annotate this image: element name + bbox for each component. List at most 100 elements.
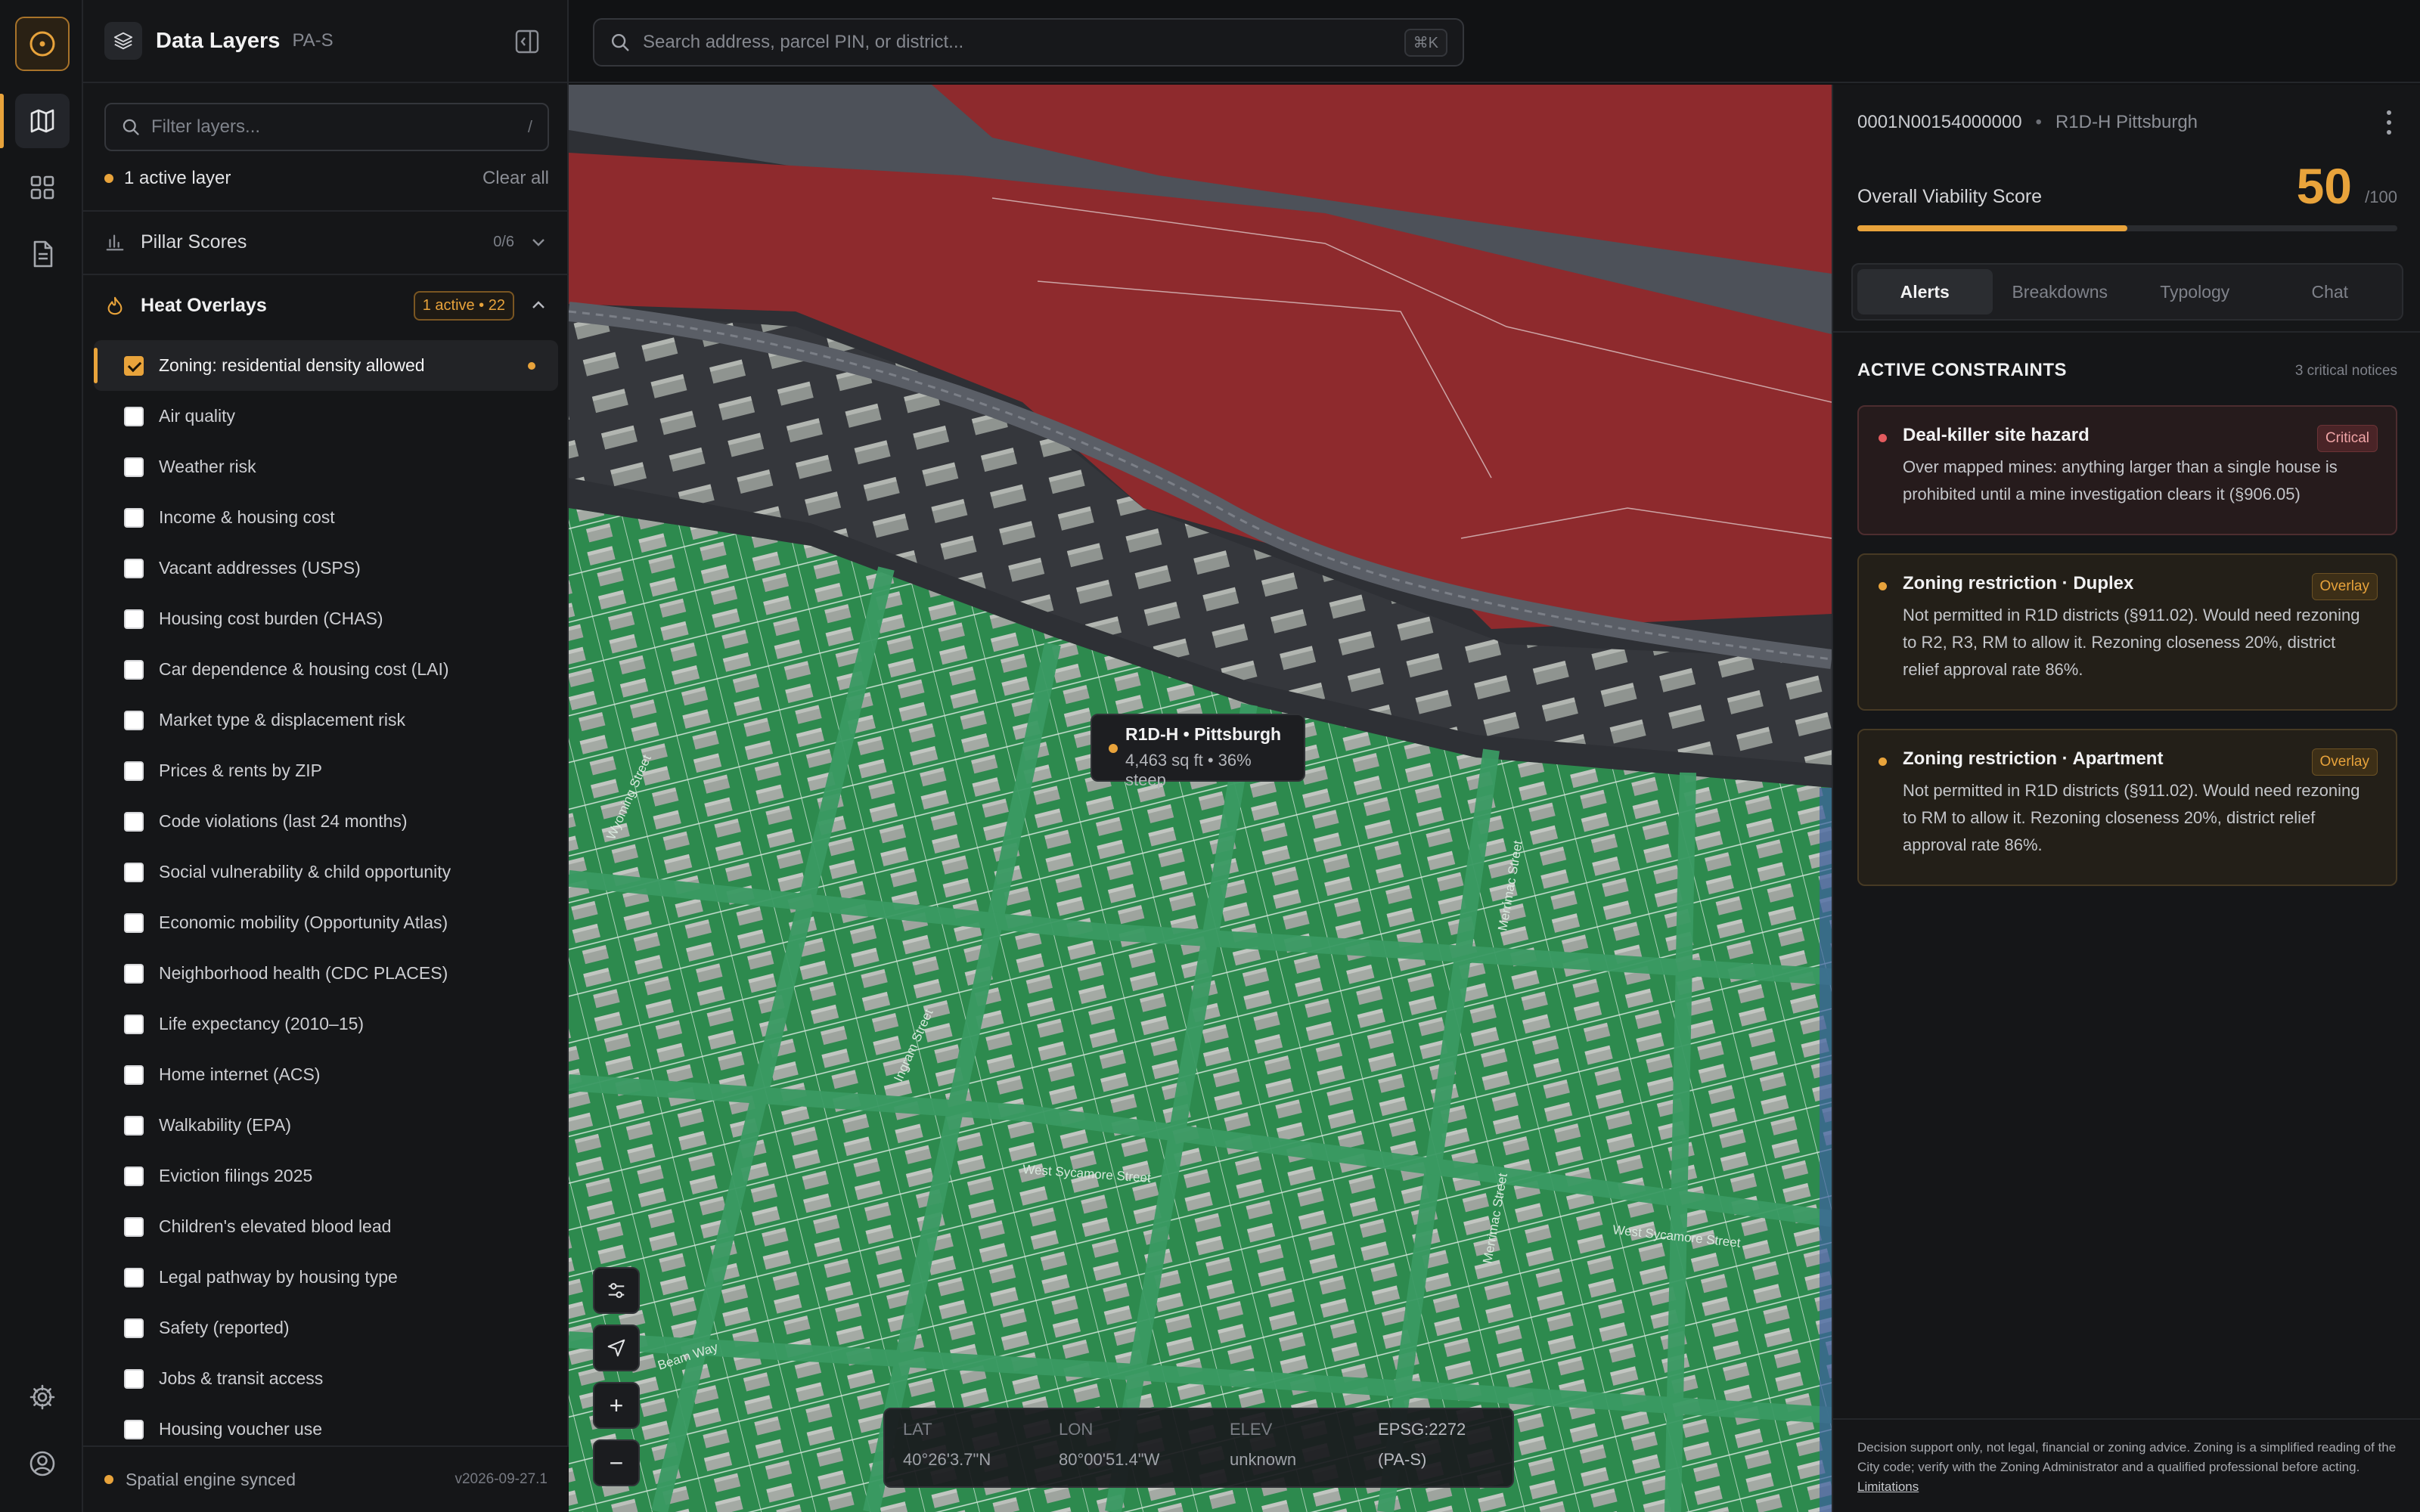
map-canvas[interactable]: West Sycamore Street West Sycamore Stree… xyxy=(569,85,1832,1512)
layer-checkbox[interactable] xyxy=(124,811,144,832)
layer-checkbox[interactable] xyxy=(124,507,144,528)
layer-checkbox[interactable] xyxy=(124,609,144,629)
constraint-body: Over mapped mines: anything larger than … xyxy=(1903,457,2338,503)
layer-checkbox[interactable] xyxy=(124,862,144,882)
grid-icon[interactable] xyxy=(15,160,70,215)
layer-checkbox[interactable] xyxy=(124,1368,144,1389)
search-placeholder: Search address, parcel PIN, or district.… xyxy=(643,32,964,52)
chevron-up-icon xyxy=(532,301,544,308)
layer-label: Neighborhood health (CDC PLACES) xyxy=(159,963,448,983)
layer-item[interactable]: Eviction filings 2025 xyxy=(94,1151,558,1201)
constraint-card-critical[interactable]: Deal-killer site hazard Over mapped mine… xyxy=(1857,405,2397,535)
layer-item[interactable]: Economic mobility (Opportunity Atlas) xyxy=(94,897,558,948)
tab-breakdowns[interactable]: Breakdowns xyxy=(1993,269,2128,314)
layer-checkbox[interactable] xyxy=(124,355,144,376)
layer-checkbox[interactable] xyxy=(124,1216,144,1237)
layer-item[interactable]: Safety (reported) xyxy=(94,1303,558,1353)
rail-active-indicator xyxy=(0,94,4,148)
layer-checkbox[interactable] xyxy=(124,1014,144,1034)
layer-checkbox[interactable] xyxy=(124,1166,144,1186)
flame-icon xyxy=(107,296,123,315)
document-icon[interactable] xyxy=(15,227,70,281)
layer-checkbox[interactable] xyxy=(124,457,144,477)
layers-header: Data Layers PA-S xyxy=(83,0,567,83)
zoom-in-button[interactable]: + xyxy=(593,1382,640,1429)
layer-item[interactable]: Air quality xyxy=(94,391,558,442)
filter-shortcut: / xyxy=(527,117,532,136)
filter-layers-input[interactable]: Filter layers... / xyxy=(104,103,549,151)
layer-item[interactable]: Social vulnerability & child opportunity xyxy=(94,847,558,897)
score-progress-fill xyxy=(1857,225,2127,231)
tab-typology[interactable]: Typology xyxy=(2127,269,2263,314)
layer-item[interactable]: Life expectancy (2010–15) xyxy=(94,999,558,1049)
layer-label: Economic mobility (Opportunity Atlas) xyxy=(159,912,448,932)
critical-dot xyxy=(1879,434,1887,442)
heat-overlays-section[interactable]: Heat Overlays 1 active • 22 xyxy=(83,274,569,336)
layer-checkbox[interactable] xyxy=(124,710,144,730)
collapse-panel-icon[interactable] xyxy=(514,29,540,54)
active-dot-icon xyxy=(104,174,113,183)
layer-checkbox[interactable] xyxy=(124,1318,144,1338)
layer-item[interactable]: Walkability (EPA) xyxy=(94,1100,558,1151)
layer-checkbox[interactable] xyxy=(124,1064,144,1085)
layer-item[interactable]: Home internet (ACS) xyxy=(94,1049,558,1100)
layer-item[interactable]: Prices & rents by ZIP xyxy=(94,745,558,796)
app-version: v2026-09-27.1 xyxy=(455,1471,548,1487)
limitations-link[interactable]: Limitations xyxy=(1857,1479,1919,1494)
layer-label: Air quality xyxy=(159,406,235,426)
score-label: Overall Viability Score xyxy=(1857,186,2043,207)
layer-item[interactable]: Weather risk xyxy=(94,442,558,492)
target-icon[interactable] xyxy=(15,17,70,71)
layer-checkbox[interactable] xyxy=(124,761,144,781)
disclaimer: Decision support only, not legal, financ… xyxy=(1833,1418,2420,1512)
layer-label: Code violations (last 24 months) xyxy=(159,811,408,831)
lat-label: LAT xyxy=(903,1420,932,1439)
tab-alerts[interactable]: Alerts xyxy=(1857,269,1993,314)
zoom-out-button[interactable]: − xyxy=(593,1439,640,1486)
layer-checkbox[interactable] xyxy=(124,558,144,578)
coordinate-readout: LAT 40°26'3.7"N LON 80°00'51.4"W ELEV un… xyxy=(883,1408,1514,1488)
layer-checkbox[interactable] xyxy=(124,1267,144,1287)
constraint-card-duplex[interactable]: Zoning restriction · Duplex Not permitte… xyxy=(1857,553,2397,711)
layer-item[interactable]: Jobs & transit access xyxy=(94,1353,558,1404)
active-layer-count: 1 active layer xyxy=(124,168,231,188)
layer-checkbox[interactable] xyxy=(124,963,144,984)
layer-checkbox[interactable] xyxy=(124,406,144,426)
layer-item[interactable]: Legal pathway by housing type xyxy=(94,1252,558,1303)
layer-item[interactable]: Car dependence & housing cost (LAI) xyxy=(94,644,558,695)
score-value: 50 xyxy=(2296,158,2352,214)
layer-item[interactable]: Code violations (last 24 months) xyxy=(94,796,558,847)
sliders-icon[interactable] xyxy=(593,1267,640,1314)
layer-label: Safety (reported) xyxy=(159,1318,290,1337)
search-input[interactable]: Search address, parcel PIN, or district.… xyxy=(593,18,1464,67)
parcel-header: 0001N00154000000 • R1D-H Pittsburgh xyxy=(1857,112,2198,133)
gear-icon[interactable] xyxy=(15,1370,70,1424)
layer-item[interactable]: Housing cost burden (CHAS) xyxy=(94,593,558,644)
overlay-dot xyxy=(1879,758,1887,766)
clear-all-button[interactable]: Clear all xyxy=(482,168,549,189)
epsg-label: EPSG:2272 xyxy=(1378,1420,1466,1439)
tab-chat[interactable]: Chat xyxy=(2263,269,2398,314)
layer-item[interactable]: Zoning: residential density allowed xyxy=(94,340,558,391)
layer-item[interactable]: Market type & displacement risk xyxy=(94,695,558,745)
pillar-scores-section[interactable]: Pillar Scores 0/6 xyxy=(83,210,569,272)
layer-item[interactable]: Children's elevated blood lead xyxy=(94,1201,558,1252)
map-viewport[interactable]: West Sycamore Street West Sycamore Stree… xyxy=(569,85,1832,1512)
layer-checkbox[interactable] xyxy=(124,912,144,933)
layer-label: Walkability (EPA) xyxy=(159,1115,292,1135)
more-options-icon[interactable] xyxy=(2385,109,2393,136)
constraint-title: Zoning restriction · Apartment xyxy=(1903,748,2164,769)
layer-checkbox[interactable] xyxy=(124,1115,144,1136)
map-icon[interactable] xyxy=(15,94,70,148)
layer-label: Income & housing cost xyxy=(159,507,335,527)
layers-title: Data Layers xyxy=(156,28,281,53)
layer-item[interactable]: Income & housing cost xyxy=(94,492,558,543)
layer-item[interactable]: Vacant addresses (USPS) xyxy=(94,543,558,593)
constraint-card-apartment[interactable]: Zoning restriction · Apartment Not permi… xyxy=(1857,729,2397,886)
layer-checkbox[interactable] xyxy=(124,1419,144,1439)
layer-item[interactable]: Neighborhood health (CDC PLACES) xyxy=(94,948,558,999)
layer-checkbox[interactable] xyxy=(124,659,144,680)
search-icon xyxy=(123,119,139,135)
locate-icon[interactable] xyxy=(593,1325,640,1371)
user-icon[interactable] xyxy=(15,1436,70,1491)
